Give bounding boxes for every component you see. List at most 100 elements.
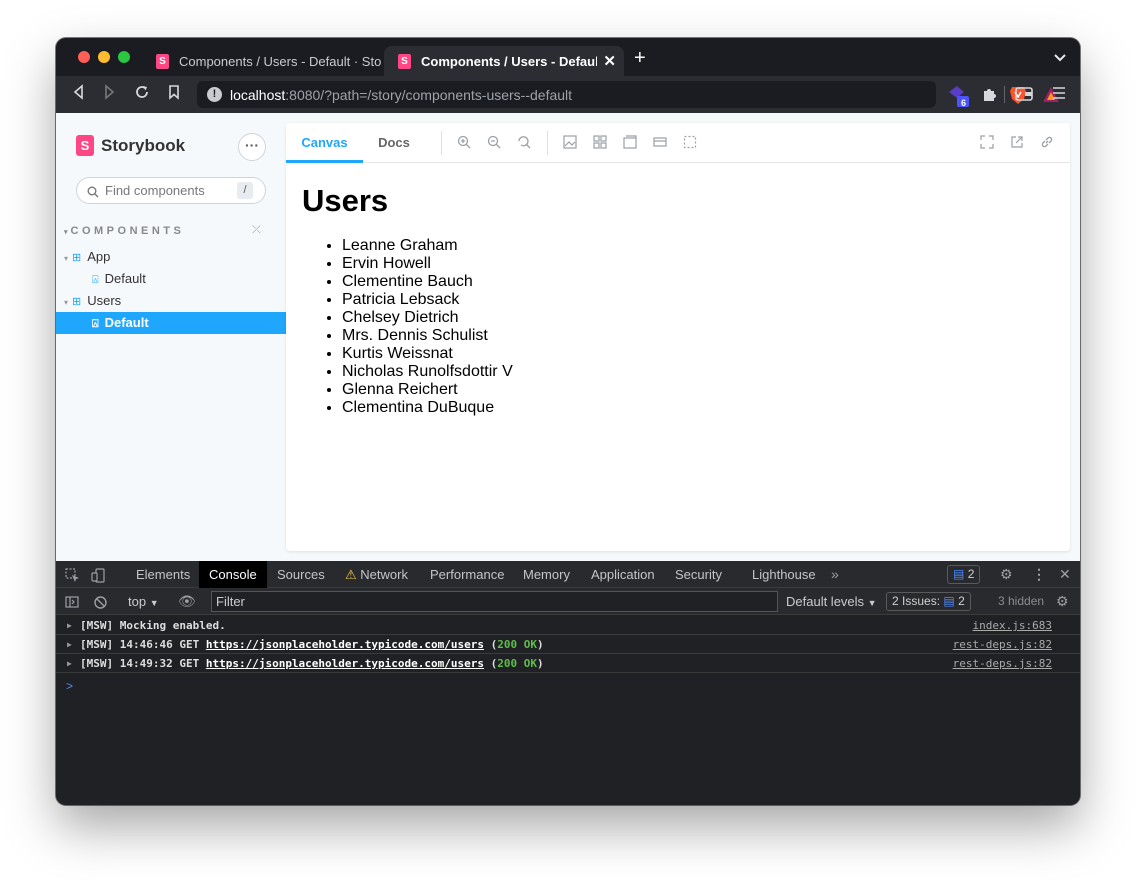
message-icon: ▤ [953,567,965,581]
request-url-link[interactable]: https://jsonplaceholder.typicode.com/use… [206,657,484,670]
outline-icon[interactable] [683,135,697,152]
inspect-element-icon[interactable] [65,561,80,588]
sidebar-menu-button[interactable]: ··· [238,133,266,161]
tab-search-chevron-icon[interactable] [1054,51,1066,65]
story-bookmark-icon: ⍓ [92,274,99,286]
zoom-out-icon[interactable] [487,135,501,152]
viewport-icon[interactable] [623,135,637,152]
tab-docs[interactable]: Docs [366,123,422,163]
search-icon [87,178,99,203]
browser-window: S Components / Users - Default · Storybo… [56,38,1080,805]
background-image-icon[interactable] [563,135,577,152]
expand-triangle-icon[interactable]: ▶ [67,654,72,673]
close-window-button[interactable] [78,51,90,63]
search-placeholder: Find components [105,183,205,198]
console-message[interactable]: ▶ [MSW] 14:46:46 GET https://jsonplaceho… [56,635,1080,654]
more-options-icon[interactable]: ⋮ [1032,561,1046,588]
messages-badge[interactable]: ▤ 2 [947,565,981,584]
new-tab-icon[interactable]: + [634,48,646,68]
search-input[interactable]: Find components / [76,177,266,204]
devtools-tab-network[interactable]: ⚠ Network [335,561,418,588]
puzzle-extensions-icon[interactable] [982,86,998,107]
source-link[interactable]: index.js:683 [973,616,1052,635]
browser-tab-2[interactable]: S Components / Users - Default · ✕ [384,46,624,76]
source-link[interactable]: rest-deps.js:82 [953,654,1052,673]
reload-icon[interactable] [134,84,150,106]
minimize-window-button[interactable] [98,51,110,63]
console-prompt[interactable]: > [66,679,73,693]
zoom-reset-icon[interactable] [517,135,531,152]
list-item: Leanne Graham [342,237,513,255]
log-levels-select[interactable]: Default levels ▼ [786,588,877,617]
list-item: Mrs. Dennis Schulist [342,327,513,345]
list-item: Nicholas Runolfsdottir V [342,363,513,381]
site-info-icon[interactable]: ! [207,87,222,102]
devtools-tab-memory[interactable]: Memory [513,561,580,588]
maximize-window-button[interactable] [118,51,130,63]
tab-strip: S Components / Users - Default · Storybo… [56,38,1080,76]
device-toolbar-icon[interactable] [91,561,106,588]
forward-icon[interactable] [104,84,116,106]
clear-console-icon[interactable] [94,588,107,615]
console-message[interactable]: ▶ [MSW] Mocking enabled. index.js:683 [56,616,1080,635]
close-tab-icon[interactable]: ✕ [597,52,616,70]
browser-tab-1[interactable]: S Components / Users - Default · Storybo… [142,46,382,76]
console-filter-input[interactable]: Filter [211,591,778,612]
component-icon: ⊞ [72,252,82,264]
devtools-tab-elements[interactable]: Elements [126,561,200,588]
devtools-tab-application[interactable]: Application [581,561,665,588]
address-bar[interactable]: ! localhost:8080/?path=/story/components… [197,81,1059,108]
expand-triangle-icon[interactable]: ▶ [67,616,72,635]
devtools-panel: Elements Console Sources ⚠ Network Perfo… [56,561,1080,805]
extension-icon[interactable] [947,84,971,113]
section-header-components[interactable]: ▾ COMPONENTS [64,225,184,237]
more-tabs-icon[interactable]: » [831,561,839,588]
devtools-tab-sources[interactable]: Sources [267,561,335,588]
tree-item-app-default[interactable]: ⍓ Default [56,268,286,290]
request-url-link[interactable]: https://jsonplaceholder.typicode.com/use… [206,638,484,651]
storybook-app: S Storybook ··· Find components / ▾ COMPO… [56,113,1080,561]
devtools-tab-security[interactable]: Security [665,561,732,588]
story-canvas: Users Leanne Graham Ervin Howell Clement… [302,183,513,417]
sidebar: S Storybook ··· Find components / ▾ COMPO… [56,113,286,561]
storybook-logo[interactable]: S Storybook [76,135,185,156]
open-new-tab-icon[interactable] [1010,135,1024,152]
tree-item-users[interactable]: ▾ ⊞ Users [56,290,286,312]
wallet-icon[interactable] [1015,86,1033,107]
settings-gear-icon[interactable]: ⚙ [1000,561,1013,588]
expand-triangle-icon[interactable]: ▶ [67,635,72,654]
devtools-tab-lighthouse[interactable]: Lighthouse [742,561,826,588]
expand-caret-icon: ▾ [64,254,69,263]
grid-icon[interactable] [593,135,607,152]
back-icon[interactable] [72,84,84,106]
search-shortcut-key: / [237,182,253,199]
console-toolbar: top ▼ 👁 Filter Default levels ▼ 2 Issues… [56,588,1080,615]
tab-title: Components / Users - Default · [421,53,611,69]
issues-badge[interactable]: 2 Issues: ▤ 2 [886,592,971,611]
live-expression-eye-icon[interactable]: 👁 [178,588,196,615]
bookmark-icon[interactable] [168,84,180,106]
copy-link-icon[interactable] [1040,135,1054,152]
warning-icon: ⚠ [345,567,357,582]
list-item: Glenna Reichert [342,381,513,399]
devtools-tab-console[interactable]: Console [199,561,267,588]
tree-item-app[interactable]: ▾ ⊞ App [56,246,286,268]
tab-canvas[interactable]: Canvas [286,123,363,163]
tree-item-users-default[interactable]: ⍓ Default [56,312,286,334]
show-sidebar-icon[interactable] [65,588,79,615]
close-devtools-icon[interactable]: ✕ [1059,561,1071,588]
urlbar-divider [1004,86,1005,103]
main-menu-icon[interactable] [1052,85,1066,106]
measure-icon[interactable] [653,135,667,152]
tab-title: Components / Users - Default · Storybook [179,53,382,69]
devtools-tab-performance[interactable]: Performance [420,561,514,588]
source-link[interactable]: rest-deps.js:82 [953,635,1052,654]
context-select[interactable]: top ▼ [128,588,159,617]
issue-icon: ▤ [943,594,955,608]
zoom-in-icon[interactable] [457,135,471,152]
console-settings-gear-icon[interactable]: ⚙ [1056,588,1069,615]
preview-toolbar: Canvas Docs [286,123,1070,163]
collapse-all-icon[interactable]: ⤫ [252,224,261,237]
console-message[interactable]: ▶ [MSW] 14:49:32 GET https://jsonplaceho… [56,654,1080,673]
fullscreen-icon[interactable] [980,135,994,152]
